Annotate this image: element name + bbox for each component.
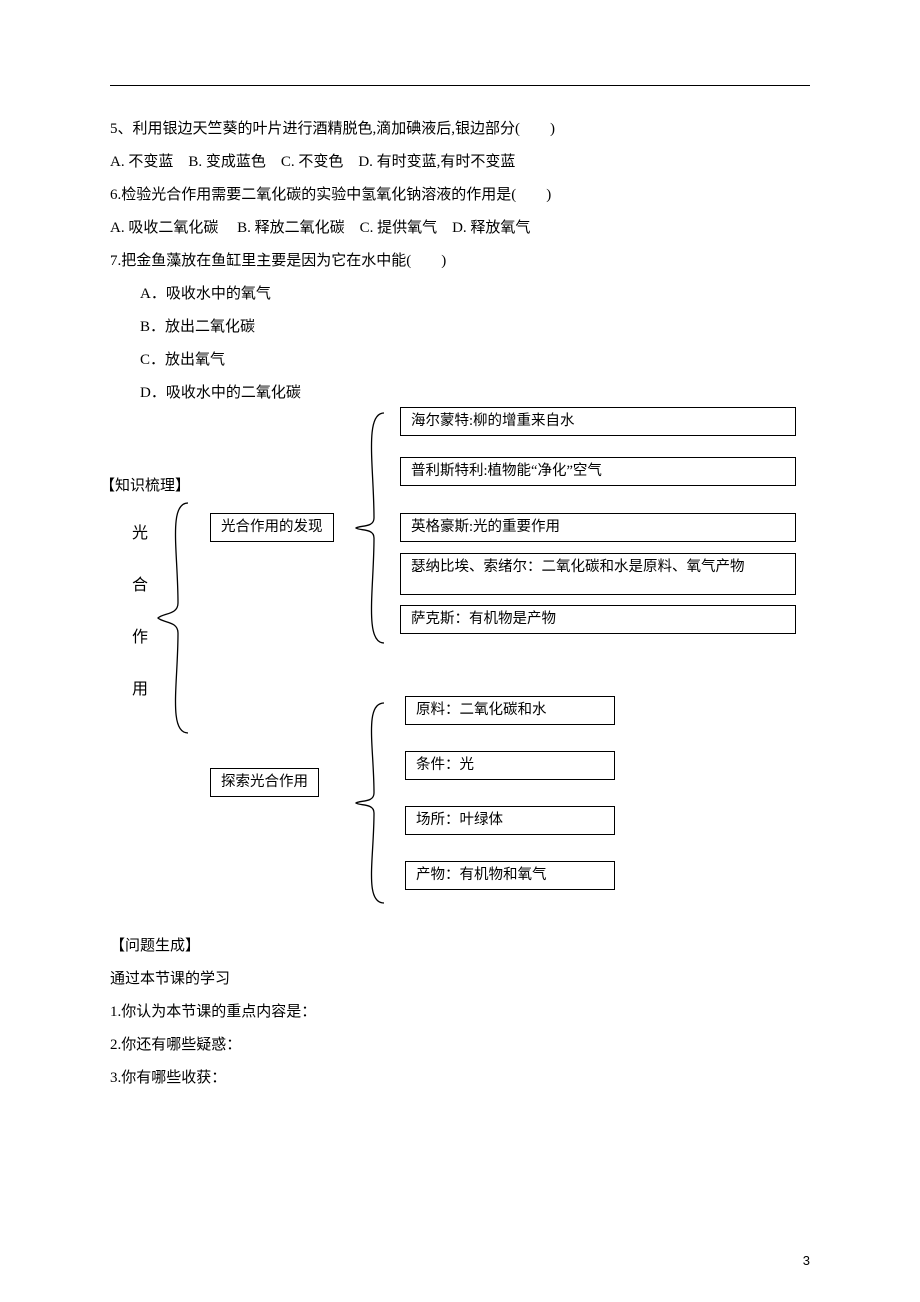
question-7: 7.把金鱼藻放在鱼缸里主要是因为它在水中能( )	[110, 248, 810, 275]
brace-branch-a	[356, 413, 392, 643]
leaf-a1: 海尔蒙特:柳的增重来自水	[400, 407, 796, 436]
problem-intro: 通过本节课的学习	[110, 966, 810, 993]
knowledge-diagram: 【知识梳理】 光 合 作 用 光合作用的发现 探索光合作用 海尔蒙特:柳的增重来…	[100, 413, 810, 933]
question-6: 6.检验光合作用需要二氧化碳的实验中氢氧化钠溶液的作用是( )	[110, 182, 810, 209]
leaf-a5: 萨克斯：有机物是产物	[400, 605, 796, 634]
diagram-root-label: 光 合 作 用	[130, 508, 150, 716]
problem-section-label: 【问题生成】	[110, 933, 810, 960]
question-5-options: A. 不变蓝 B. 变成蓝色 C. 不变色 D. 有时变蓝,有时不变蓝	[110, 149, 810, 176]
root-char-4: 用	[130, 664, 150, 716]
problem-2: 2.你还有哪些疑惑：	[110, 1032, 810, 1059]
knowledge-section-label: 【知识梳理】	[100, 473, 190, 500]
leaf-b1: 原料：二氧化碳和水	[405, 696, 615, 725]
branch-b-box: 探索光合作用	[210, 768, 319, 797]
question-5: 5、利用银边天竺葵的叶片进行酒精脱色,滴加碘液后,银边部分( )	[110, 116, 810, 143]
page-number: 3	[803, 1249, 810, 1272]
problem-1: 1.你认为本节课的重点内容是：	[110, 999, 810, 1026]
root-char-3: 作	[130, 612, 150, 664]
question-7-option-b: B．放出二氧化碳	[110, 314, 810, 341]
leaf-a2: 普利斯特利:植物能“净化”空气	[400, 457, 796, 486]
root-char-1: 光	[130, 508, 150, 560]
page: 5、利用银边天竺葵的叶片进行酒精脱色,滴加碘液后,银边部分( ) A. 不变蓝 …	[0, 0, 920, 1302]
leaf-b4: 产物：有机物和氧气	[405, 861, 615, 890]
leaf-b2: 条件：光	[405, 751, 615, 780]
problem-3: 3.你有哪些收获：	[110, 1065, 810, 1092]
leaf-a4: 瑟纳比埃、索绪尔：二氧化碳和水是原料、氧气产物	[400, 553, 796, 595]
question-7-option-c: C．放出氧气	[110, 347, 810, 374]
branch-a-box: 光合作用的发现	[210, 513, 334, 542]
header-rule	[110, 85, 810, 86]
leaf-b3: 场所：叶绿体	[405, 806, 615, 835]
root-char-2: 合	[130, 560, 150, 612]
question-7-option-a: A．吸收水中的氧气	[110, 281, 810, 308]
question-6-options: A. 吸收二氧化碳 B. 释放二氧化碳 C. 提供氧气 D. 释放氧气	[110, 215, 810, 242]
leaf-a3: 英格豪斯:光的重要作用	[400, 513, 796, 542]
brace-branch-b	[356, 703, 392, 903]
question-7-option-d: D．吸收水中的二氧化碳	[110, 380, 810, 407]
brace-root	[158, 503, 198, 733]
